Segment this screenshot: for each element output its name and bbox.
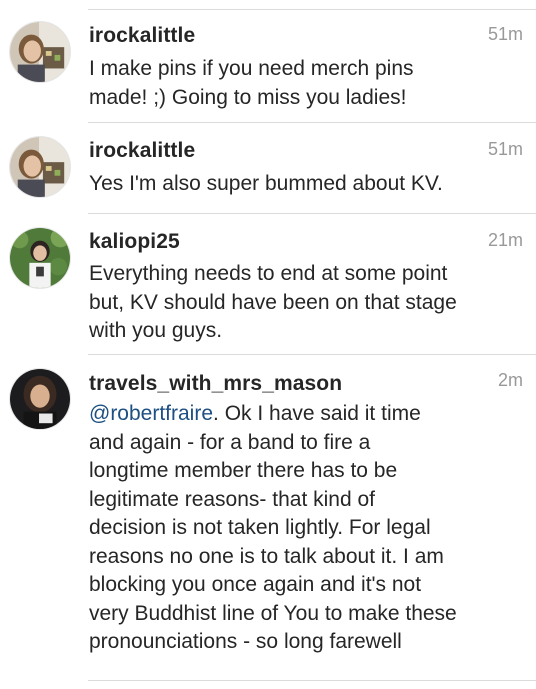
comment-text-line: and again - for a band to fire a (89, 430, 371, 454)
comment-timestamp: 21m (487, 230, 523, 250)
comment-timestamp: 2m (497, 370, 523, 390)
comment-text: Yes I'm also super bummed about KV. (89, 170, 529, 199)
comment-username[interactable]: irockalittle (89, 24, 195, 48)
comment-username[interactable]: kaliopi25 (89, 230, 180, 254)
comment-item: irockalittle 51m I make pins if you need… (0, 0, 536, 122)
comment-item: kaliopi25 21m Everything needs to end at… (0, 214, 536, 354)
comment-text: @robertfraire. Ok I have said it time an… (89, 400, 529, 657)
comment-username[interactable]: travels_with_mrs_mason (89, 372, 342, 396)
comment-text-line: pronounciations - so long farewell (89, 630, 402, 653)
comment-text: I make pins if you need merch pins made!… (89, 55, 529, 112)
user-mention-link[interactable]: @robertfraire (89, 402, 213, 425)
avatar[interactable] (9, 227, 71, 289)
avatar[interactable] (9, 136, 71, 198)
comment-text: Everything needs to end at some point bu… (89, 260, 529, 346)
comment-text-line: made! ;) Going to miss you ladies! (89, 85, 407, 109)
avatar[interactable] (9, 368, 71, 430)
comment-text-line: reasons no one is to talk about it. I am (89, 544, 444, 568)
comment-text-line: Everything needs to end at some point (89, 262, 448, 285)
comment-text-line: legitimate reasons- that kind of (89, 487, 375, 511)
comment-username[interactable]: irockalittle (89, 139, 195, 163)
comment-text-line: longtime member there has to be (89, 459, 398, 482)
comment-text-line: blocking you once again and it's not (89, 573, 422, 596)
comment-item: travels_with_mrs_mason 2m @robertfraire.… (0, 355, 536, 689)
comment-text-line: very Buddhist line of You to make these (89, 601, 457, 625)
comment-text-line: with you guys. (89, 319, 223, 342)
comment-divider (88, 680, 536, 681)
comment-text-line: decision is not taken lightly. For legal (89, 516, 431, 539)
comment-item: irockalittle 51m Yes I'm also super bumm… (0, 123, 536, 213)
comment-text-line: @robertfraire. Ok I have said it time (89, 400, 529, 429)
comment-text-span: . Ok I have said it time (213, 402, 421, 425)
comment-text-line: Yes I'm also super bummed about KV. (89, 172, 443, 195)
comment-timestamp: 51m (487, 24, 523, 44)
comment-text-line: but, KV should have been on that stage (89, 290, 457, 314)
avatar[interactable] (9, 21, 71, 83)
comment-text-line: I make pins if you need merch pins (89, 57, 414, 80)
comment-timestamp: 51m (487, 139, 523, 159)
